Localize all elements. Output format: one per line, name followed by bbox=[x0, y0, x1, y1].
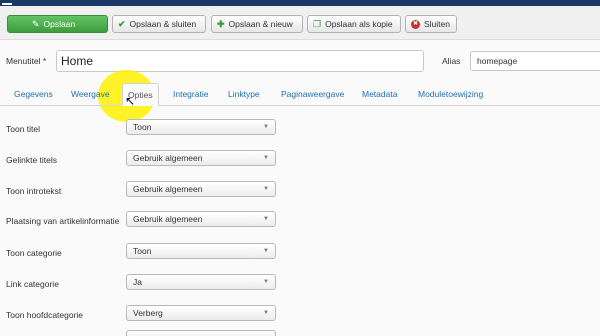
select-value: Gebruik algemeen bbox=[133, 214, 203, 224]
select-link-categorie[interactable]: Ja ▼ bbox=[126, 274, 276, 290]
chevron-down-icon: ▼ bbox=[263, 124, 269, 130]
select-toon-categorie[interactable]: Toon ▼ bbox=[126, 243, 276, 259]
option-label-toon-introtekst: Toon introtekst bbox=[6, 186, 62, 196]
check-icon: ✔ bbox=[118, 18, 126, 29]
edit-icon: ✎ bbox=[32, 18, 40, 29]
option-label-plaatsing-artikelinformatie: Plaatsing van artikelinformatie bbox=[6, 216, 120, 226]
toolbar: ✎ Opslaan ✔ Opslaan & sluiten ✚ Opslaan … bbox=[0, 6, 600, 40]
tab-bar: Gegevens Weergave Opties Integratie Link… bbox=[0, 83, 600, 106]
close-button[interactable]: ✖ Sluiten bbox=[405, 15, 457, 33]
option-label-link-categorie: Link categorie bbox=[6, 279, 59, 289]
select-toon-introtekst[interactable]: Gebruik algemeen ▼ bbox=[126, 181, 276, 197]
chevron-down-icon: ▼ bbox=[263, 216, 269, 222]
save-close-button[interactable]: ✔ Opslaan & sluiten bbox=[112, 15, 206, 33]
select-gelinkte-titels[interactable]: Gebruik algemeen ▼ bbox=[126, 150, 276, 166]
tab-weergave[interactable]: Weergave bbox=[71, 89, 110, 99]
select-value: Gebruik algemeen bbox=[133, 184, 203, 194]
chevron-down-icon: ▼ bbox=[263, 155, 269, 161]
tab-integratie[interactable]: Integratie bbox=[173, 89, 208, 99]
save-copy-label: Opslaan als kopie bbox=[325, 19, 393, 29]
chevron-down-icon: ▼ bbox=[263, 248, 269, 254]
tab-moduletoewijzing[interactable]: Moduletoewijzing bbox=[418, 89, 483, 99]
alias-label: Alias bbox=[442, 56, 461, 66]
title-label: Menutitel * bbox=[6, 56, 47, 66]
option-label-toon-hoofdcategorie: Toon hoofdcategorie bbox=[6, 310, 84, 320]
select-toon-hoofdcategorie[interactable]: Verberg ▼ bbox=[126, 305, 276, 321]
select-value: Verberg bbox=[133, 308, 163, 318]
save-new-button[interactable]: ✚ Opslaan & nieuw bbox=[211, 15, 303, 33]
tab-paginaweergave[interactable]: Paginaweergave bbox=[281, 89, 344, 99]
select-toon-titel[interactable]: Toon ▼ bbox=[126, 119, 276, 135]
menu-icon[interactable] bbox=[2, 0, 12, 5]
close-icon: ✖ bbox=[411, 19, 420, 29]
save-new-label: Opslaan & nieuw bbox=[228, 19, 293, 29]
alias-input[interactable] bbox=[470, 51, 600, 71]
tab-gegevens[interactable]: Gegevens bbox=[14, 89, 53, 99]
close-label: Sluiten bbox=[424, 19, 450, 29]
save-copy-button[interactable]: ❐ Opslaan als kopie bbox=[307, 15, 401, 33]
tab-metadata[interactable]: Metadata bbox=[362, 89, 397, 99]
option-label-toon-categorie: Toon categorie bbox=[6, 248, 62, 258]
option-label-toon-titel: Toon titel bbox=[6, 124, 41, 134]
chevron-down-icon: ▼ bbox=[263, 186, 269, 192]
chevron-down-icon: ▼ bbox=[263, 310, 269, 316]
plus-icon: ✚ bbox=[217, 18, 225, 29]
save-label: Opslaan bbox=[43, 19, 76, 29]
tab-linktype[interactable]: Linktype bbox=[228, 89, 260, 99]
mouse-cursor-icon: ↖ bbox=[125, 94, 136, 108]
title-input[interactable] bbox=[56, 50, 424, 72]
select-value: Toon bbox=[133, 122, 152, 132]
select-partial[interactable] bbox=[126, 330, 276, 336]
select-value: Gebruik algemeen bbox=[133, 153, 203, 163]
save-button[interactable]: ✎ Opslaan bbox=[7, 15, 108, 33]
copy-icon: ❐ bbox=[313, 18, 322, 29]
save-close-label: Opslaan & sluiten bbox=[129, 19, 197, 29]
option-label-gelinkte-titels: Gelinkte titels bbox=[6, 155, 58, 165]
chevron-down-icon: ▼ bbox=[263, 279, 269, 285]
select-value: Toon bbox=[133, 246, 152, 256]
select-value: Ja bbox=[133, 277, 142, 287]
select-plaatsing-artikelinformatie[interactable]: Gebruik algemeen ▼ bbox=[126, 211, 276, 227]
